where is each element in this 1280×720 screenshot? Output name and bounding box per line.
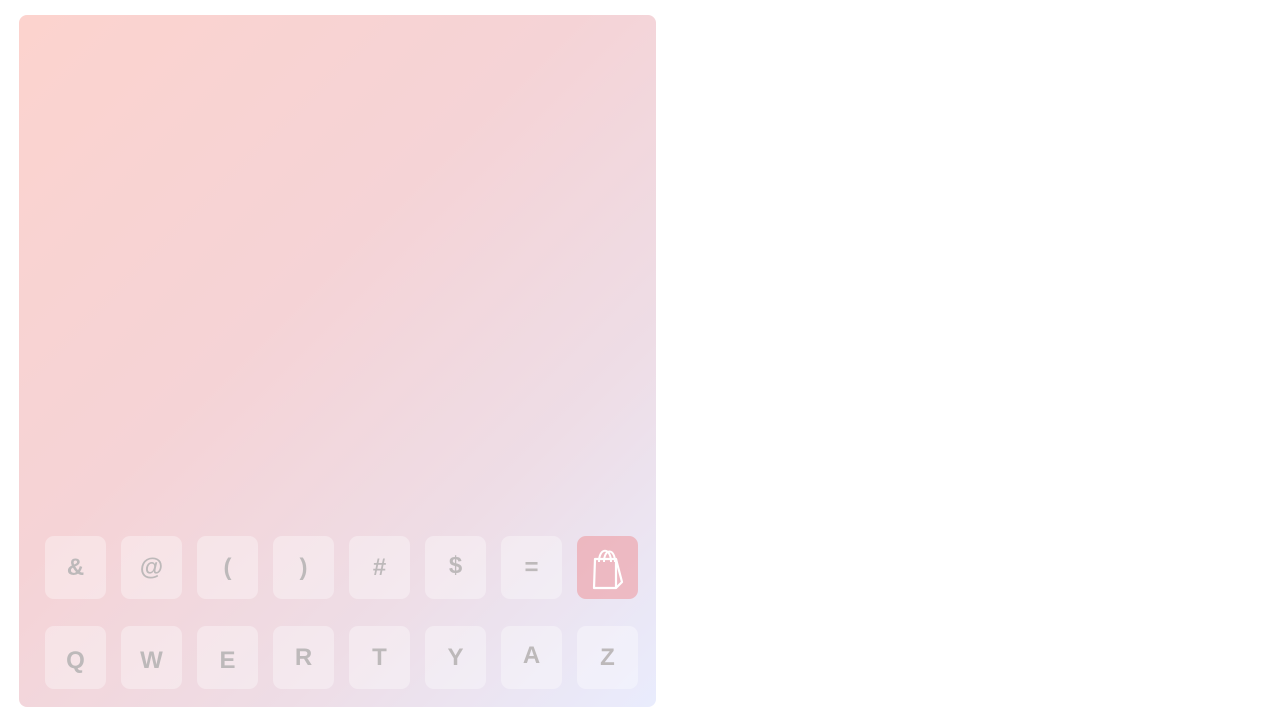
key-t[interactable]: T [349, 626, 410, 689]
key-open-paren[interactable]: ( [197, 536, 258, 599]
key-r[interactable]: R [273, 626, 334, 689]
key-label: Z [600, 643, 615, 671]
key-label: R [294, 643, 313, 671]
key-label: T [372, 643, 387, 671]
key-close-paren[interactable]: ) [273, 536, 334, 599]
key-label: Q [66, 646, 85, 674]
key-label: @ [139, 553, 164, 581]
keyboard-panel: & @ ( ) # $ = Q W E R T Y A Z [19, 15, 656, 707]
key-a[interactable]: A [501, 626, 562, 689]
key-label: ( [223, 553, 232, 581]
key-label: ) [299, 553, 308, 581]
key-equals[interactable]: = [501, 536, 562, 599]
key-z[interactable]: Z [577, 626, 638, 689]
keyboard-row-letters: Q W E R T Y A Z [45, 626, 638, 689]
key-y[interactable]: Y [425, 626, 486, 689]
key-hash[interactable]: # [349, 536, 410, 599]
key-label: $ [448, 551, 463, 579]
shopping-bag-icon [592, 549, 623, 589]
key-ampersand[interactable]: & [45, 536, 106, 599]
key-label: Y [447, 643, 464, 671]
key-w[interactable]: W [121, 626, 182, 689]
key-label: & [66, 553, 85, 581]
key-label: E [219, 646, 236, 674]
key-label: A [522, 641, 541, 669]
key-q[interactable]: Q [45, 626, 106, 689]
key-at[interactable]: @ [121, 536, 182, 599]
key-label: = [524, 553, 539, 581]
key-label: W [140, 646, 163, 674]
key-label: # [372, 553, 387, 581]
key-dollar[interactable]: $ [425, 536, 486, 599]
key-e[interactable]: E [197, 626, 258, 689]
keyboard-row-symbols: & @ ( ) # $ = [45, 536, 638, 599]
shopping-bag-button[interactable] [577, 536, 638, 599]
